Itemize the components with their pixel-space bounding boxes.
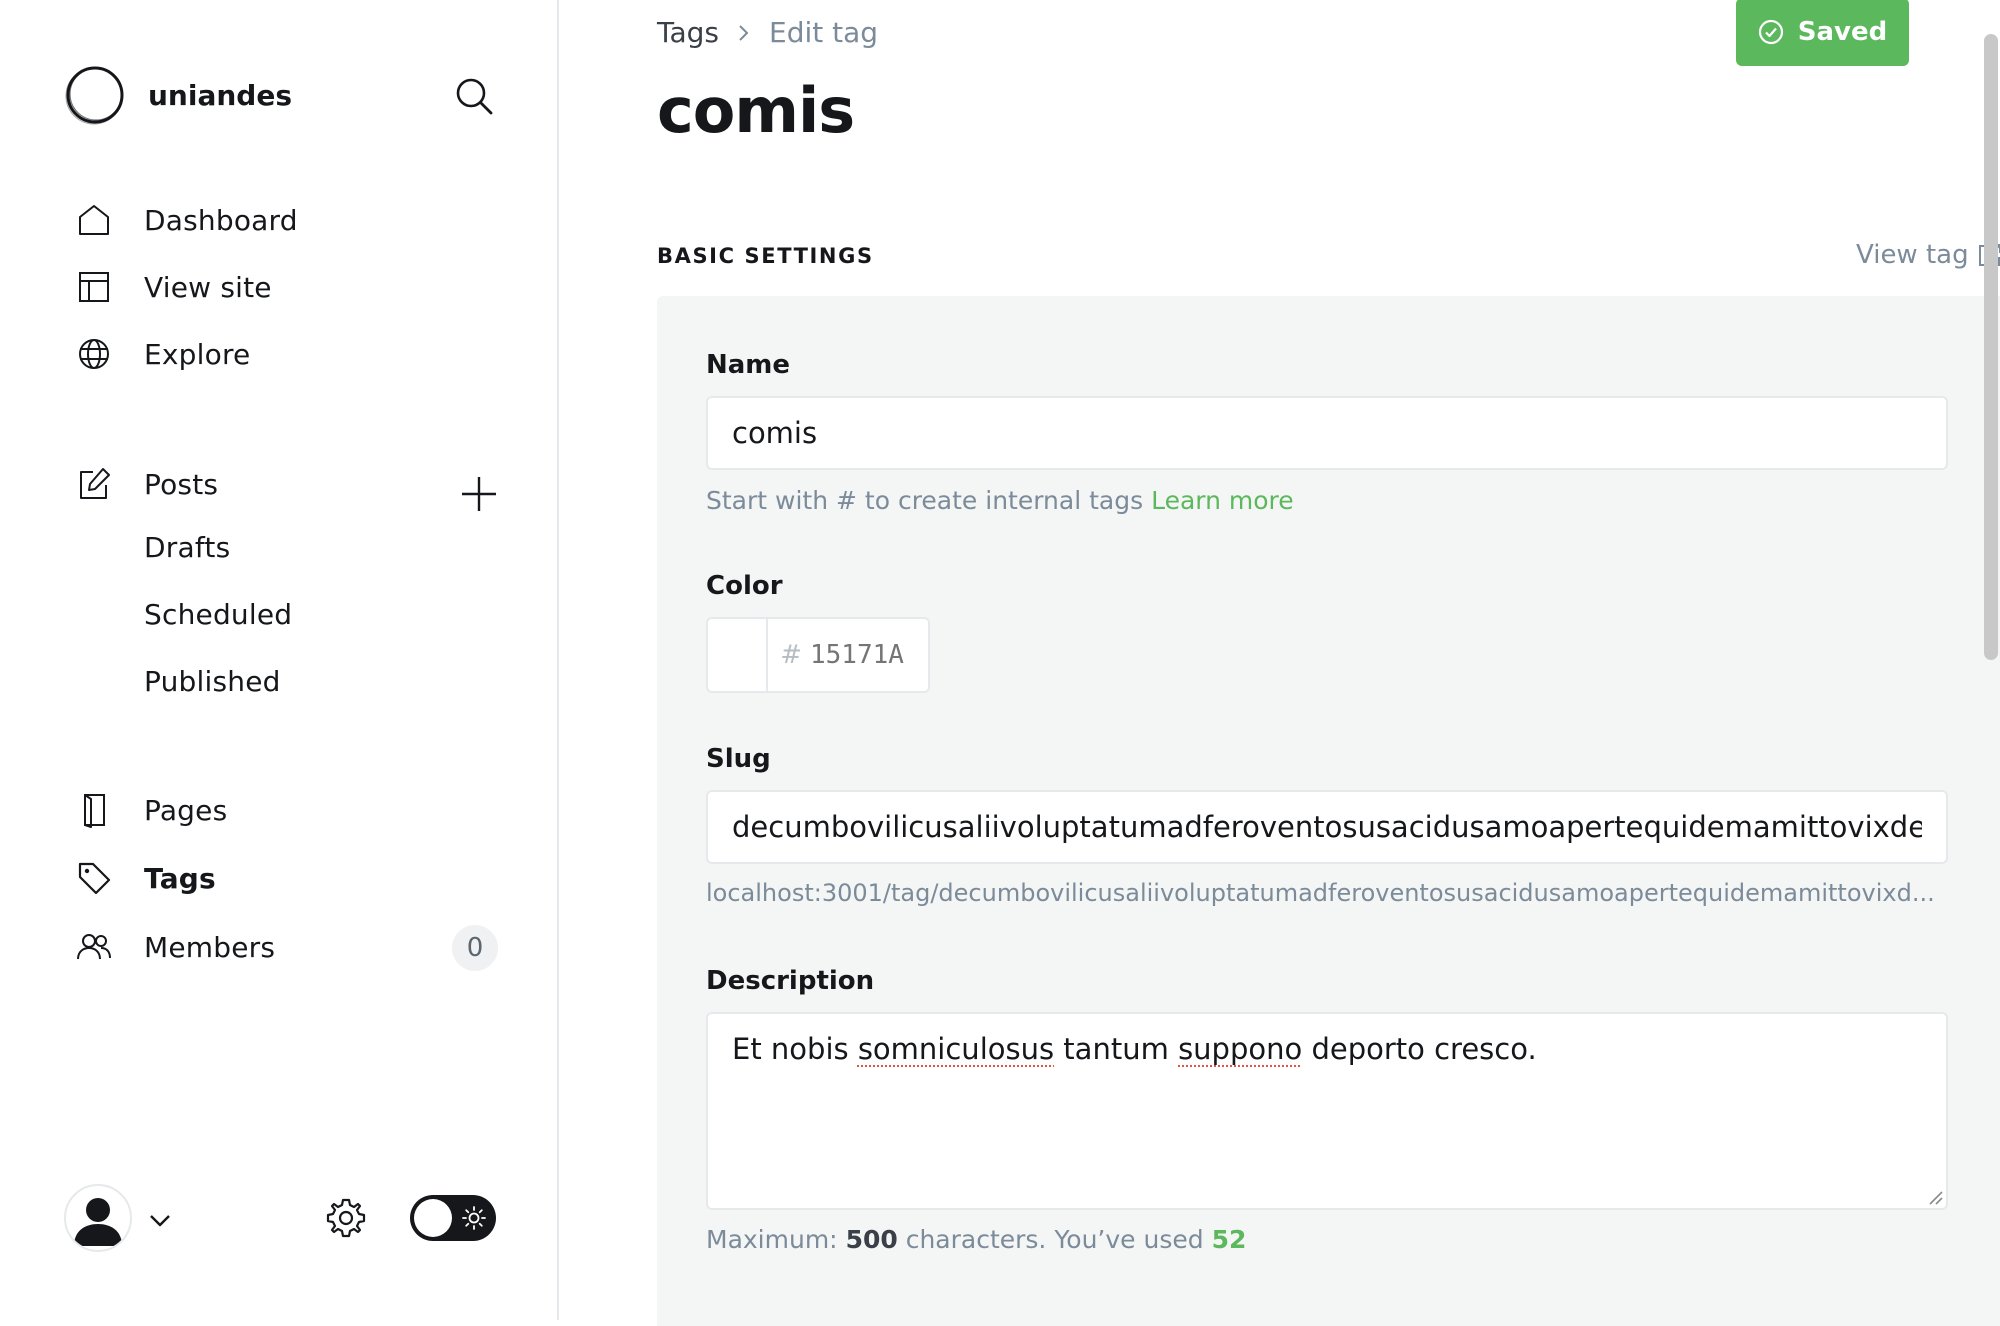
nav-members-label: Members — [144, 930, 276, 964]
description-text: Et nobis somniculosus tantum suppono dep… — [732, 1032, 1537, 1066]
sidebar: uniandes Dashboard View site Explore Pos… — [0, 0, 559, 1320]
edit-icon — [74, 464, 114, 504]
name-hint-text: Start with # to create internal tags — [706, 486, 1144, 515]
breadcrumb: Tags Edit tag — [657, 16, 878, 49]
page-icon — [74, 790, 114, 830]
counter-used: 52 — [1211, 1225, 1247, 1254]
sun-icon — [462, 1206, 486, 1230]
saved-label: Saved — [1797, 17, 1888, 47]
nav-dashboard-label: Dashboard — [144, 203, 298, 237]
new-post-plus-icon[interactable] — [458, 473, 500, 515]
nav-pages[interactable]: Pages — [74, 785, 227, 835]
name-hint: Start with # to create internal tags Lea… — [706, 486, 1294, 515]
tag-icon — [74, 858, 114, 898]
saved-button[interactable]: Saved — [1736, 0, 1909, 66]
color-hash: # — [780, 640, 802, 670]
learn-more-link[interactable]: Learn more — [1151, 486, 1294, 515]
slug-label: Slug — [706, 744, 771, 774]
nav-view-site[interactable]: View site — [74, 262, 272, 312]
name-label: Name — [706, 350, 791, 380]
toggle-knob — [414, 1199, 452, 1237]
slug-input[interactable] — [706, 790, 1948, 864]
nav-explore-label: Explore — [144, 337, 251, 371]
nav-drafts[interactable]: Drafts — [144, 531, 230, 575]
nav-scheduled[interactable]: Scheduled — [144, 598, 292, 642]
view-tag-link[interactable]: View tag — [1856, 240, 2000, 270]
name-input[interactable] — [706, 396, 1948, 470]
nav-posts-label: Posts — [144, 467, 219, 501]
check-circle-icon — [1758, 19, 1783, 45]
nav-explore[interactable]: Explore — [74, 329, 250, 379]
misspelled-word: suppono — [1178, 1032, 1303, 1066]
globe-icon — [74, 334, 114, 374]
nav-tags[interactable]: Tags — [74, 853, 216, 903]
color-swatch[interactable] — [708, 619, 769, 691]
avatar[interactable] — [64, 1184, 132, 1252]
nav-published[interactable]: Published — [144, 665, 281, 709]
members-count-badge: 0 — [452, 925, 498, 971]
scrollbar-thumb[interactable] — [1984, 34, 1998, 660]
search-icon[interactable] — [452, 74, 496, 118]
color-hex-input[interactable] — [808, 619, 928, 691]
members-icon — [74, 927, 114, 967]
layout-icon — [74, 267, 114, 307]
nav-view-site-label: View site — [144, 270, 272, 304]
description-textarea[interactable]: Et nobis somniculosus tantum suppono dep… — [706, 1012, 1948, 1210]
nav-dashboard[interactable]: Dashboard — [74, 195, 298, 245]
brand[interactable]: uniandes — [64, 64, 292, 126]
nav-members[interactable]: Members — [74, 922, 275, 972]
counter-max: 500 — [845, 1225, 898, 1254]
nav-posts[interactable]: Posts — [74, 459, 218, 509]
misspelled-word: somniculosus — [857, 1032, 1055, 1066]
breadcrumb-tags-link[interactable]: Tags — [657, 16, 719, 49]
view-tag-label: View tag — [1856, 240, 1969, 270]
page-title: comis — [657, 74, 855, 147]
resize-handle-icon[interactable] — [1926, 1188, 1944, 1206]
chevron-right-icon — [739, 24, 749, 41]
nav-pages-label: Pages — [144, 793, 228, 827]
section-title: BASIC SETTINGS — [657, 244, 874, 268]
character-counter: Maximum: 500 characters. You’ve used 52 — [706, 1225, 1247, 1254]
home-icon — [74, 200, 114, 240]
description-label: Description — [706, 966, 875, 996]
site-logo-icon — [65, 66, 124, 125]
breadcrumb-current: Edit tag — [769, 16, 879, 49]
chevron-down-icon[interactable] — [146, 1206, 174, 1234]
gear-icon[interactable] — [322, 1194, 370, 1242]
user-avatar-icon — [74, 1198, 122, 1246]
color-picker: # — [706, 617, 930, 693]
nav-tags-label: Tags — [144, 861, 216, 895]
theme-toggle[interactable] — [410, 1195, 496, 1241]
slug-url-preview: localhost:3001/tag/decumbovilicusaliivol… — [706, 879, 1935, 907]
color-label: Color — [706, 571, 783, 601]
site-name: uniandes — [148, 78, 292, 112]
